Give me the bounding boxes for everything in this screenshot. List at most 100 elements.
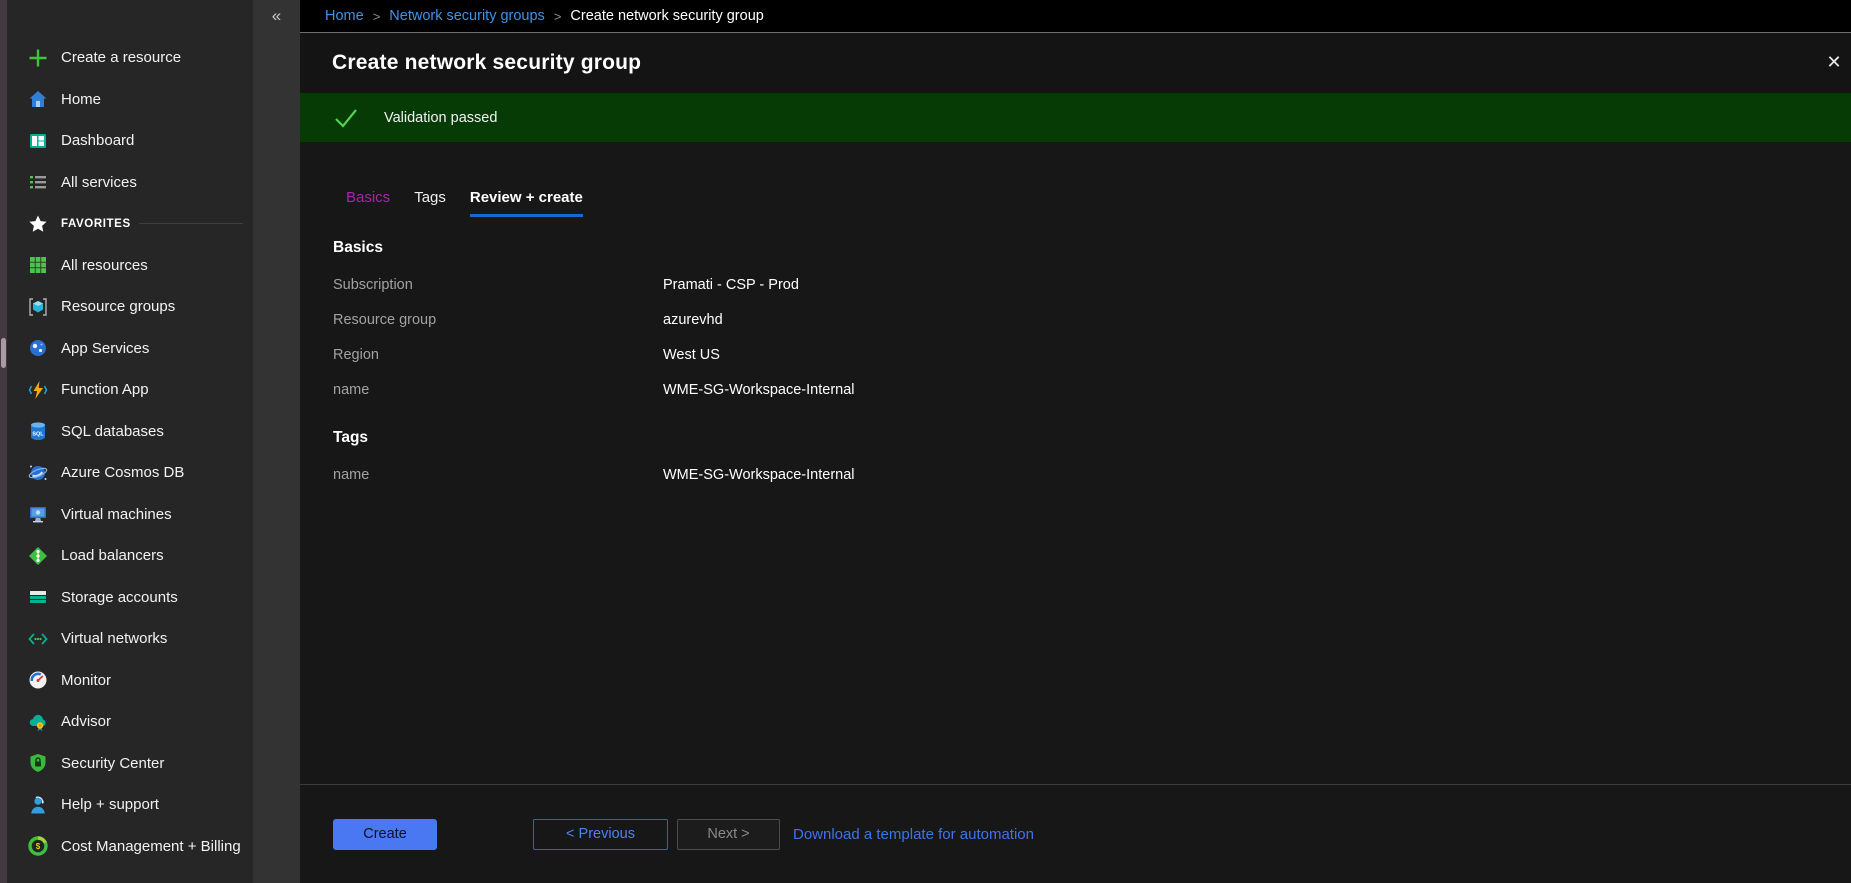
sidebar-item-virtual-machines[interactable]: Virtual machines: [7, 494, 253, 536]
sidebar-item-help-support[interactable]: Help + support: [7, 784, 253, 826]
close-icon[interactable]: ✕: [1819, 47, 1849, 77]
sidebar-item-app-services[interactable]: App Services: [7, 328, 253, 370]
footer-bar: Create < Previous Next > Download a temp…: [300, 784, 1851, 883]
sidebar-item-virtual-networks[interactable]: Virtual networks: [7, 618, 253, 660]
svg-text:$: $: [36, 842, 41, 851]
azure-portal-window: Create a resource Home Dashboard All servic…: [0, 0, 1851, 883]
review-row-basics-resource-group: Resource groupazurevhd: [333, 302, 1851, 337]
validation-banner: Validation passed: [300, 93, 1851, 142]
review-label: name: [333, 382, 663, 398]
cosmos-db-icon: [27, 462, 49, 484]
sidebar-scrollbar[interactable]: [0, 0, 7, 883]
breadcrumb-separator-icon: >: [554, 9, 562, 24]
sidebar-item-label: Function App: [61, 381, 149, 398]
monitor-gauge-icon: [27, 669, 49, 691]
sidebar-collapse-strip: «: [253, 0, 300, 883]
sidebar-item-home[interactable]: Home: [7, 79, 253, 121]
tab-bar: Basics Tags Review + create: [300, 142, 1851, 217]
app-services-icon: [27, 337, 49, 359]
blade-content: Basics Tags Review + create Basics Subscrip…: [300, 142, 1851, 784]
star-icon: [27, 213, 49, 235]
breadcrumb: Home>Network security groups>Create netw…: [300, 0, 1851, 33]
sidebar-item-label: Create a resource: [61, 49, 181, 66]
security-center-icon: [27, 752, 49, 774]
tab-tags[interactable]: Tags: [414, 189, 446, 217]
review-label: name: [333, 467, 663, 483]
sidebar-item-label: All services: [61, 174, 137, 191]
download-template-link[interactable]: Download a template for automation: [793, 826, 1034, 843]
review-row-basics-name: nameWME-SG-Workspace-Internal: [333, 372, 1851, 407]
sidebar-item-create-a-resource[interactable]: Create a resource: [7, 37, 253, 79]
help-support-icon: [27, 794, 49, 816]
collapse-sidebar-icon[interactable]: «: [253, 6, 300, 26]
section-heading-basics: Basics: [333, 239, 1851, 257]
sidebar-item-azure-cosmos-db[interactable]: Azure Cosmos DB: [7, 452, 253, 494]
sidebar-item-label: App Services: [61, 340, 149, 357]
review-value: azurevhd: [663, 312, 723, 328]
sidebar-item-dashboard[interactable]: Dashboard: [7, 120, 253, 162]
review-value: Pramati - CSP - Prod: [663, 277, 799, 293]
page-title: Create network security group: [332, 51, 641, 75]
review-value: West US: [663, 347, 720, 363]
breadcrumb-create-network-security-group: Create network security group: [570, 8, 763, 24]
breadcrumb-network-security-groups[interactable]: Network security groups: [389, 8, 545, 24]
sidebar-item-function-app[interactable]: Function App: [7, 369, 253, 411]
create-nsg-blade: Home>Network security groups>Create netw…: [300, 0, 1851, 883]
home-icon: [27, 88, 49, 110]
sidebar-item-label: Advisor: [61, 713, 111, 730]
sidebar-item-resource-groups[interactable]: Resource groups: [7, 286, 253, 328]
billing-icon: $: [27, 835, 49, 857]
sidebar-item-load-balancers[interactable]: Load balancers: [7, 535, 253, 577]
review-label: Region: [333, 347, 663, 363]
review-label: Resource group: [333, 312, 663, 328]
sidebar-item-label: Monitor: [61, 672, 111, 689]
validation-status-text: Validation passed: [384, 110, 497, 126]
sidebar-item-advisor[interactable]: Advisor: [7, 701, 253, 743]
review-value: WME-SG-Workspace-Internal: [663, 467, 855, 483]
tab-basics[interactable]: Basics: [346, 189, 390, 217]
sql-databases-icon: SQL: [27, 420, 49, 442]
review-label: Subscription: [333, 277, 663, 293]
sidebar-item-label: SQL databases: [61, 423, 164, 440]
svg-text:SQL: SQL: [32, 432, 44, 438]
sidebar-item-label: Azure Cosmos DB: [61, 464, 184, 481]
tab-review-create[interactable]: Review + create: [470, 189, 583, 217]
sidebar-item-label: Dashboard: [61, 132, 134, 149]
plus-icon: [27, 47, 49, 69]
sidebar-item-security-center[interactable]: Security Center: [7, 743, 253, 785]
advisor-icon: [27, 711, 49, 733]
next-button[interactable]: Next >: [677, 819, 780, 850]
storage-accounts-icon: [27, 586, 49, 608]
sidebar-item-label: Help + support: [61, 796, 159, 813]
sidebar-item-label: Home: [61, 91, 101, 108]
previous-button[interactable]: < Previous: [533, 819, 668, 850]
favorites-divider: [139, 223, 243, 224]
review-row-tags-name: nameWME-SG-Workspace-Internal: [333, 457, 1851, 492]
review-summary: Basics SubscriptionPramati - CSP - Prod Re…: [300, 239, 1851, 492]
sidebar-item-all-services[interactable]: All services: [7, 162, 253, 204]
sidebar-item-monitor[interactable]: Monitor: [7, 660, 253, 702]
review-value: WME-SG-Workspace-Internal: [663, 382, 855, 398]
breadcrumb-home[interactable]: Home: [325, 8, 364, 24]
function-app-icon: [27, 379, 49, 401]
sidebar-scrollbar-thumb[interactable]: [1, 338, 6, 368]
sidebar-nav: Create a resource Home Dashboard All servic…: [7, 0, 253, 883]
grid-icon: [27, 254, 49, 276]
section-heading-tags: Tags: [333, 429, 1851, 447]
sidebar-item-all-resources[interactable]: All resources: [7, 245, 253, 287]
check-icon: [334, 108, 358, 128]
virtual-networks-icon: [27, 628, 49, 650]
create-button[interactable]: Create: [333, 819, 437, 850]
sidebar-item-label: Resource groups: [61, 298, 175, 315]
all-services-icon: [27, 171, 49, 193]
sidebar-item-label: Security Center: [61, 755, 164, 772]
sidebar-item-label: Load balancers: [61, 547, 164, 564]
virtual-machines-icon: [27, 503, 49, 525]
sidebar-item-label: Storage accounts: [61, 589, 178, 606]
sidebar-item-sql-databases[interactable]: SQL SQL databases: [7, 411, 253, 453]
sidebar-item-label: FAVORITES: [61, 218, 131, 230]
sidebar-item-cost-management-billing[interactable]: $Cost Management + Billing: [7, 826, 253, 868]
sidebar-item-label: All resources: [61, 257, 148, 274]
blade-header: Create network security group ✕: [300, 33, 1851, 93]
sidebar-item-storage-accounts[interactable]: Storage accounts: [7, 577, 253, 619]
